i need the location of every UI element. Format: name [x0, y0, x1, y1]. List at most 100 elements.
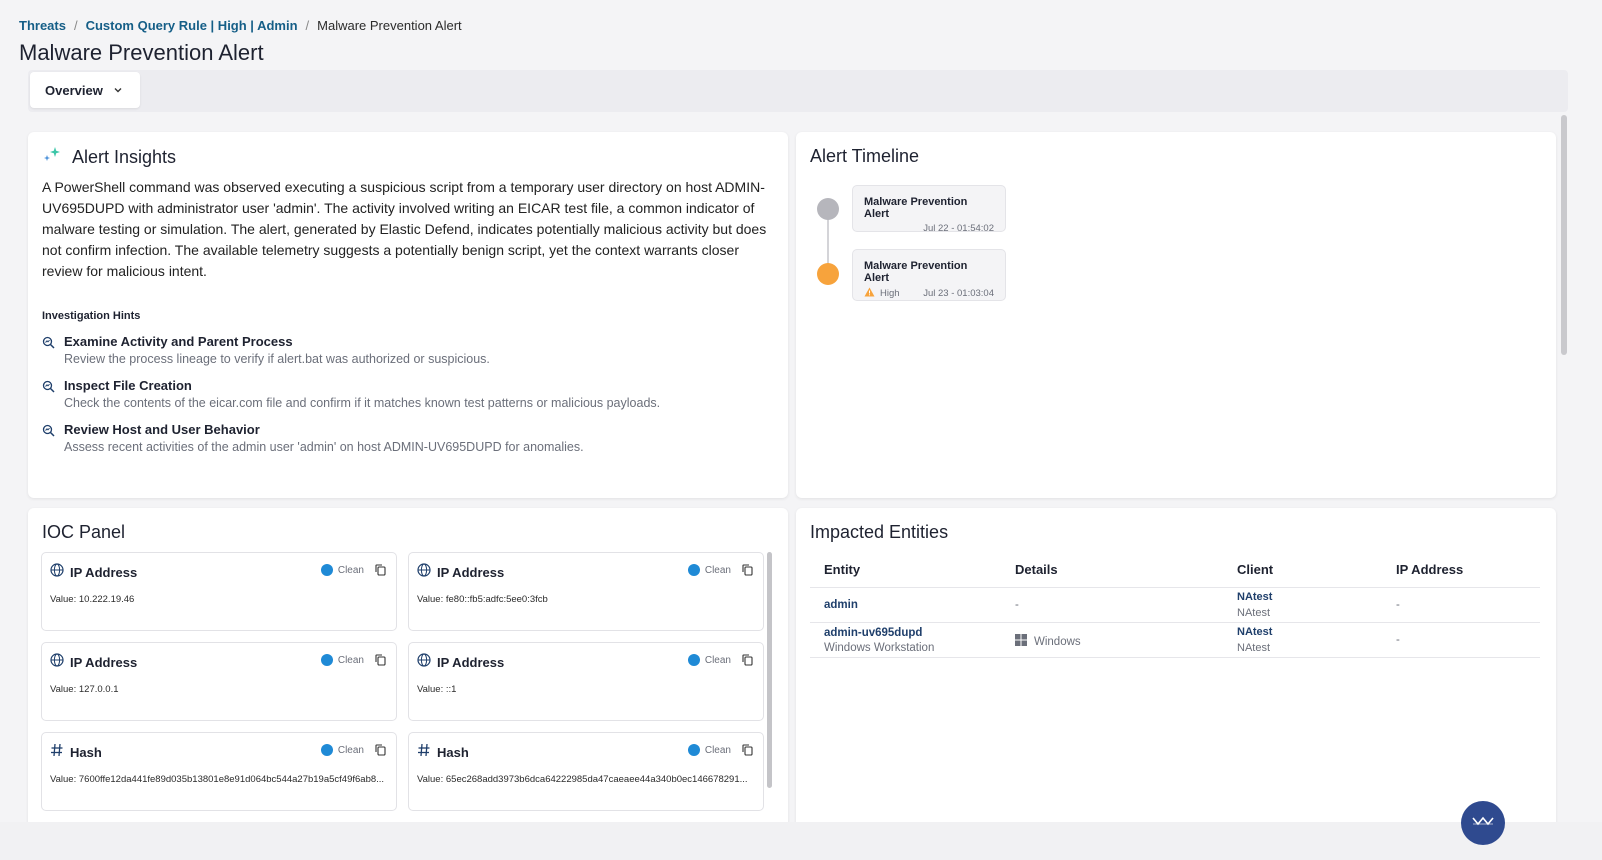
- copy-icon[interactable]: [742, 563, 753, 581]
- hint-description: Assess recent activities of the admin us…: [64, 440, 584, 454]
- ioc-value: Value: 7600ffe12da441fe89d035b13801e8e91…: [50, 774, 385, 785]
- column-header-details[interactable]: Details: [1015, 562, 1058, 577]
- chevron-down-icon: [113, 83, 123, 98]
- severity-label: High: [880, 288, 900, 299]
- ioc-status-label: Clean: [337, 744, 364, 756]
- overview-label: Overview: [45, 82, 103, 98]
- copy-icon[interactable]: [375, 743, 386, 761]
- hint-item: Examine Activity and Parent Process Revi…: [42, 334, 774, 366]
- table-row[interactable]: admin - NAtest NAtest -: [810, 588, 1540, 623]
- status-dot-icon: [687, 654, 700, 666]
- ioc-status: Clean: [687, 564, 731, 576]
- hint-description: Review the process lineage to verify if …: [64, 352, 490, 366]
- ioc-type: IP Address: [437, 565, 505, 580]
- ioc-type: Hash: [437, 745, 469, 760]
- ioc-value: Value: ::1: [417, 684, 457, 695]
- hint-title: Inspect File Creation: [64, 378, 192, 393]
- search-analytics-icon: [42, 334, 56, 366]
- copy-icon[interactable]: [742, 653, 753, 671]
- copy-icon[interactable]: [375, 653, 386, 671]
- ioc-type: Hash: [70, 745, 102, 760]
- entity-name[interactable]: admin-uv695dupd: [824, 627, 922, 639]
- insights-summary: A PowerShell command was observed execut…: [42, 179, 767, 279]
- hash-icon: [417, 743, 431, 762]
- globe-icon: [50, 653, 64, 672]
- ioc-title: IOC Panel: [42, 522, 126, 542]
- ioc-type: IP Address: [70, 565, 138, 580]
- breadcrumb-threats[interactable]: Threats: [19, 18, 66, 33]
- breadcrumb-current: Malware Prevention Alert: [317, 18, 462, 33]
- timeline-event-name: Malware Prevention Alert: [864, 196, 968, 220]
- entities-title: Impacted Entities: [810, 522, 949, 542]
- globe-icon: [50, 563, 64, 582]
- ioc-card[interactable]: Hash Clean Value: 7600ffe12da441fe89d035b1…: [41, 732, 397, 811]
- windows-icon: [1015, 634, 1027, 649]
- ioc-status: Clean: [320, 744, 364, 756]
- ioc-card[interactable]: IP Address CleanValue: fe80::fb5:adfc:5ee…: [408, 552, 764, 631]
- entity-ip: -: [1396, 634, 1400, 646]
- ioc-card[interactable]: Hash Clean Value: 65ec268add3973b6dca64222…: [408, 732, 764, 811]
- status-dot-icon: [687, 564, 700, 576]
- breadcrumb: Threats / Custom Query Rule | High | Adm…: [19, 18, 462, 33]
- breadcrumb-rule[interactable]: Custom Query Rule | High | Admin: [86, 18, 298, 33]
- entity-details: -: [1015, 599, 1019, 611]
- copy-icon[interactable]: [742, 743, 753, 761]
- ioc-status: Clean: [687, 654, 731, 666]
- hint-item: Inspect File Creation Check the contents…: [42, 378, 774, 410]
- ioc-status: Clean: [320, 564, 364, 576]
- column-header-entity[interactable]: Entity: [824, 562, 860, 577]
- ioc-card[interactable]: IP Address CleanValue: ::1: [408, 642, 764, 721]
- impacted-entities-card: Impacted Entities Entity Details Client …: [796, 508, 1556, 838]
- ioc-type: IP Address: [70, 655, 138, 670]
- column-header-client[interactable]: Client: [1237, 562, 1273, 577]
- bottom-bar: [0, 822, 1602, 860]
- hint-item: Review Host and User Behavior Assess rec…: [42, 422, 774, 454]
- ioc-status-label: Clean: [704, 654, 731, 666]
- table-row[interactable]: admin-uv695dupd Windows Workstation Wind…: [810, 623, 1540, 658]
- page-scrollbar[interactable]: [1561, 115, 1567, 355]
- entity-client[interactable]: NAtest: [1237, 591, 1272, 603]
- copy-icon[interactable]: [375, 563, 386, 581]
- timeline-event-card[interactable]: Malware Prevention Alert High Jul 23 - 0…: [852, 249, 1006, 301]
- alert-insights-card: Alert Insights A PowerShell command was …: [28, 132, 788, 498]
- globe-icon: [417, 653, 431, 672]
- status-dot-icon: [320, 744, 333, 756]
- timeline-event-time: Jul 23 - 01:03:04: [923, 288, 994, 299]
- ioc-scrollbar[interactable]: [767, 552, 772, 788]
- globe-icon: [417, 563, 431, 582]
- entity-subtitle: Windows Workstation: [824, 642, 935, 654]
- sparkle-icon: [42, 146, 62, 169]
- timeline-event-name: Malware Prevention Alert: [864, 260, 968, 284]
- warning-icon: [864, 287, 875, 300]
- entity-client-sub: NAtest: [1237, 642, 1271, 654]
- ioc-status: Clean: [687, 744, 731, 756]
- assistant-button[interactable]: [1461, 801, 1505, 845]
- entity-name[interactable]: admin: [824, 599, 858, 611]
- status-dot-icon: [320, 564, 333, 576]
- timeline-event-card[interactable]: Malware Prevention Alert Jul 22 - 01:54:…: [852, 185, 1006, 234]
- overview-dropdown[interactable]: Overview: [30, 72, 140, 108]
- ioc-status-label: Clean: [704, 744, 731, 756]
- ioc-card[interactable]: IP Address Clean Value: 127.0.0.1: [41, 642, 397, 721]
- hint-description: Check the contents of the eicar.com file…: [64, 396, 661, 410]
- ioc-status-label: Clean: [337, 564, 364, 576]
- hints-title: Investigation Hints: [42, 310, 141, 322]
- ioc-value: Value: fe80::fb5:adfc:5ee0:3fcb: [417, 594, 548, 605]
- hint-title: Examine Activity and Parent Process: [64, 334, 293, 349]
- breadcrumb-separator: /: [73, 18, 78, 33]
- column-header-ip[interactable]: IP Address: [1396, 562, 1463, 577]
- ioc-value: Value: 10.222.19.46: [50, 594, 135, 605]
- ioc-type: IP Address: [437, 655, 505, 670]
- page-title: Malware Prevention Alert: [19, 40, 264, 65]
- ioc-card[interactable]: IP Address Clean Value: 10.222.19.46: [41, 552, 397, 631]
- insights-title: Alert Insights: [72, 147, 177, 167]
- entity-client[interactable]: NAtest: [1237, 626, 1272, 638]
- hint-title: Review Host and User Behavior: [64, 422, 260, 437]
- os-label: Windows: [1034, 635, 1081, 648]
- ioc-value: Value: 127.0.0.1: [50, 684, 119, 695]
- status-dot-icon: [320, 654, 333, 666]
- table-header: Entity Details Client IP Address: [810, 560, 1540, 588]
- ioc-status-label: Clean: [337, 654, 364, 666]
- breadcrumb-separator: /: [305, 18, 310, 33]
- hash-icon: [50, 743, 64, 762]
